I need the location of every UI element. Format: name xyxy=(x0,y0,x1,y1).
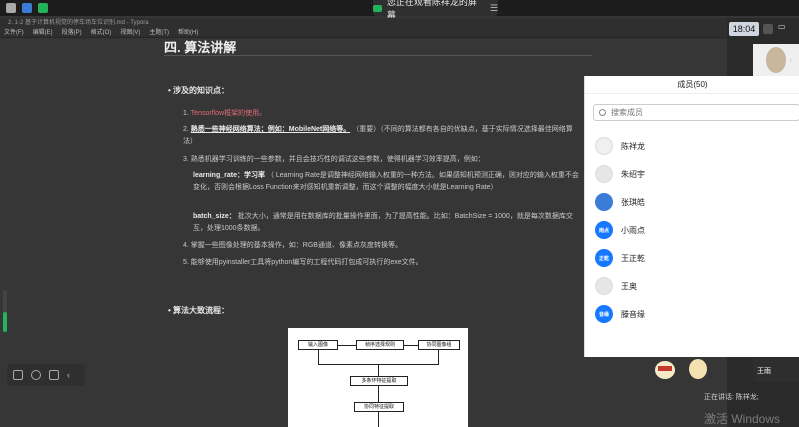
grid-icon[interactable] xyxy=(13,370,23,380)
section-heading: 四. 算法讲解 xyxy=(164,40,237,55)
mic-volume-indicator xyxy=(3,290,7,332)
item-text: 掌握一些图像处理的基本操作，如：RGB通道、像素点灰度转换等。 xyxy=(190,242,402,249)
menu-paragraph[interactable]: 段落(P) xyxy=(62,28,82,37)
avatar xyxy=(595,193,613,211)
learning-rate-paragraph: learning_rate：学习率 （ Learning Rate是调整神经网络… xyxy=(193,170,583,194)
activation-watermark: 激活 Windows xyxy=(704,412,781,426)
left-toolbar: ‹ xyxy=(7,364,85,386)
member-name: 滕音缘 xyxy=(621,309,645,319)
screen-share-banner[interactable]: 您正在观看陈祥龙的屏幕 ☰ xyxy=(373,0,498,20)
members-title: 成员(50) xyxy=(585,76,799,94)
members-panel: 成员(50) 陈祥龙 朱绍宇 张琪皓 雨点小雨点 正乾王正乾 王奥 音缘滕音缘 xyxy=(584,76,799,357)
screen-share-icon xyxy=(373,4,382,12)
window-controls[interactable]: ▭ xyxy=(778,22,786,31)
avatar: 雨点 xyxy=(595,221,613,239)
member-row[interactable]: 雨点 小雨点 xyxy=(595,220,795,240)
search-icon xyxy=(599,109,606,116)
member-name: 张琪皓 xyxy=(621,197,645,207)
bs-text: 批次大小，通常是用在数据库的批量操作里面，为了提高性能。比如：BatchSize… xyxy=(193,213,573,232)
bs-label: batch_size： xyxy=(193,213,236,220)
search-input[interactable] xyxy=(611,108,771,117)
menu-view[interactable]: 视图(V) xyxy=(120,28,140,37)
item-text: Tensorflow框架的使用。 xyxy=(190,110,267,117)
flow-connector xyxy=(318,350,319,364)
screen-icon[interactable] xyxy=(763,24,773,34)
batch-size-paragraph: batch_size： 批次大小，通常是用在数据库的批量操作里面，为了提高性能。… xyxy=(193,211,583,235)
speaking-indicator: 正在讲话: 陈祥龙; xyxy=(704,394,759,401)
shield-icon xyxy=(22,3,32,13)
lr-label: learning_rate：学习率 xyxy=(193,172,265,179)
heading-divider xyxy=(164,55,592,56)
member-row[interactable]: 张琪皓 xyxy=(595,192,795,212)
flow-connector xyxy=(438,350,439,364)
menu-bar: 文件(F) 编辑(E) 段落(P) 格式(O) 视图(V) 主题(T) 帮助(H… xyxy=(0,28,799,38)
avatar: 正乾 xyxy=(595,249,613,267)
item-text: 熟悉一些神经网络算法；例如：MobileNet网络等。 xyxy=(190,126,351,133)
flow-box-cofeature: 协同特征提取 xyxy=(354,402,404,412)
menu-edit[interactable]: 编辑(E) xyxy=(33,28,53,37)
app-icon xyxy=(6,3,16,13)
flow-label: 算法大致流程： xyxy=(173,306,230,315)
flow-box-input: 输入图像 xyxy=(298,340,338,350)
participant-name: 王雨 xyxy=(757,368,771,375)
member-name: 小雨点 xyxy=(621,225,645,235)
knowledge-points-heading: • 涉及的知识点： xyxy=(168,86,230,95)
participant-face xyxy=(766,47,786,73)
flow-arrow xyxy=(378,386,379,402)
item-text: 能够使用pyinstaller工具将python编写的工程代码打包成可执行的ex… xyxy=(190,259,423,266)
emoji-icon[interactable] xyxy=(31,370,41,380)
member-name: 陈祥龙 xyxy=(621,141,645,151)
flow-box-feature-extract: 多条环特征提取 xyxy=(350,376,408,386)
flow-arrow xyxy=(404,345,418,346)
collapse-icon[interactable]: ‹ xyxy=(67,370,70,380)
flow-box-cogroup: 协同图像组 xyxy=(418,340,460,350)
knowledge-points-label: 涉及的知识点： xyxy=(173,86,230,95)
member-row[interactable]: 陈祥龙 xyxy=(595,136,795,156)
algorithm-flowchart: 输入图像 帧序选择规则 协同图像组 多条环特征提取 协同特征提取 xyxy=(288,328,468,427)
flow-heading: • 算法大致流程： xyxy=(168,306,230,315)
signal-icon xyxy=(38,3,48,13)
flow-arrow xyxy=(338,345,356,346)
list-item: 1. Tensorflow框架的使用。 xyxy=(183,110,267,117)
menu-format[interactable]: 格式(O) xyxy=(91,28,112,37)
avatar xyxy=(595,277,613,295)
member-row[interactable]: 音缘 滕音缘 xyxy=(595,304,795,324)
menu-help[interactable]: 帮助(H) xyxy=(178,28,198,37)
menu-theme[interactable]: 主题(T) xyxy=(149,28,169,37)
avatar: 音缘 xyxy=(595,305,613,323)
mic-volume-fill xyxy=(3,312,7,332)
avatar xyxy=(595,137,613,155)
video-tile[interactable]: 王雨 xyxy=(753,358,799,382)
member-row[interactable]: 朱绍宇 xyxy=(595,164,795,184)
member-row[interactable]: 正乾 王正乾 xyxy=(595,248,795,268)
side-expand-icon[interactable]: › xyxy=(789,55,792,66)
menu-file[interactable]: 文件(F) xyxy=(4,28,24,37)
list-item: 4. 掌握一些图像处理的基本操作，如：RGB通道、像素点灰度转换等。 xyxy=(183,242,402,249)
list-item: 5. 能够使用pyinstaller工具将python编写的工程代码打包成可执行… xyxy=(183,259,423,266)
flow-arrow xyxy=(378,364,379,376)
window-title: 2. 1-2 基于计算机视觉的停车场车位识别.md - Typora xyxy=(0,18,799,28)
mascot-image xyxy=(655,359,707,379)
flow-arrow xyxy=(378,412,379,427)
member-name: 王奥 xyxy=(621,281,637,291)
flow-box-frame-select: 帧序选择规则 xyxy=(356,340,404,350)
menu-icon[interactable]: ☰ xyxy=(490,3,498,14)
list-item: 3. 熟悉机器学习训练的一些参数，并且会技巧性的调试这些参数，使得机器学习效率提… xyxy=(183,156,485,163)
list-item: 2. 熟悉一些神经网络算法；例如：MobileNet网络等。 （重要）（不同的算… xyxy=(183,126,573,145)
clock: 18:04 xyxy=(729,22,759,36)
member-row[interactable]: 王奥 xyxy=(595,276,795,296)
member-name: 朱绍宇 xyxy=(621,169,645,179)
item-text: 熟悉机器学习训练的一些参数，并且会技巧性的调试这些参数，使得机器学习效率提高，例… xyxy=(190,156,485,163)
avatar xyxy=(595,165,613,183)
chat-icon[interactable] xyxy=(49,370,59,380)
member-search[interactable] xyxy=(593,104,799,121)
member-name: 王正乾 xyxy=(621,253,645,263)
